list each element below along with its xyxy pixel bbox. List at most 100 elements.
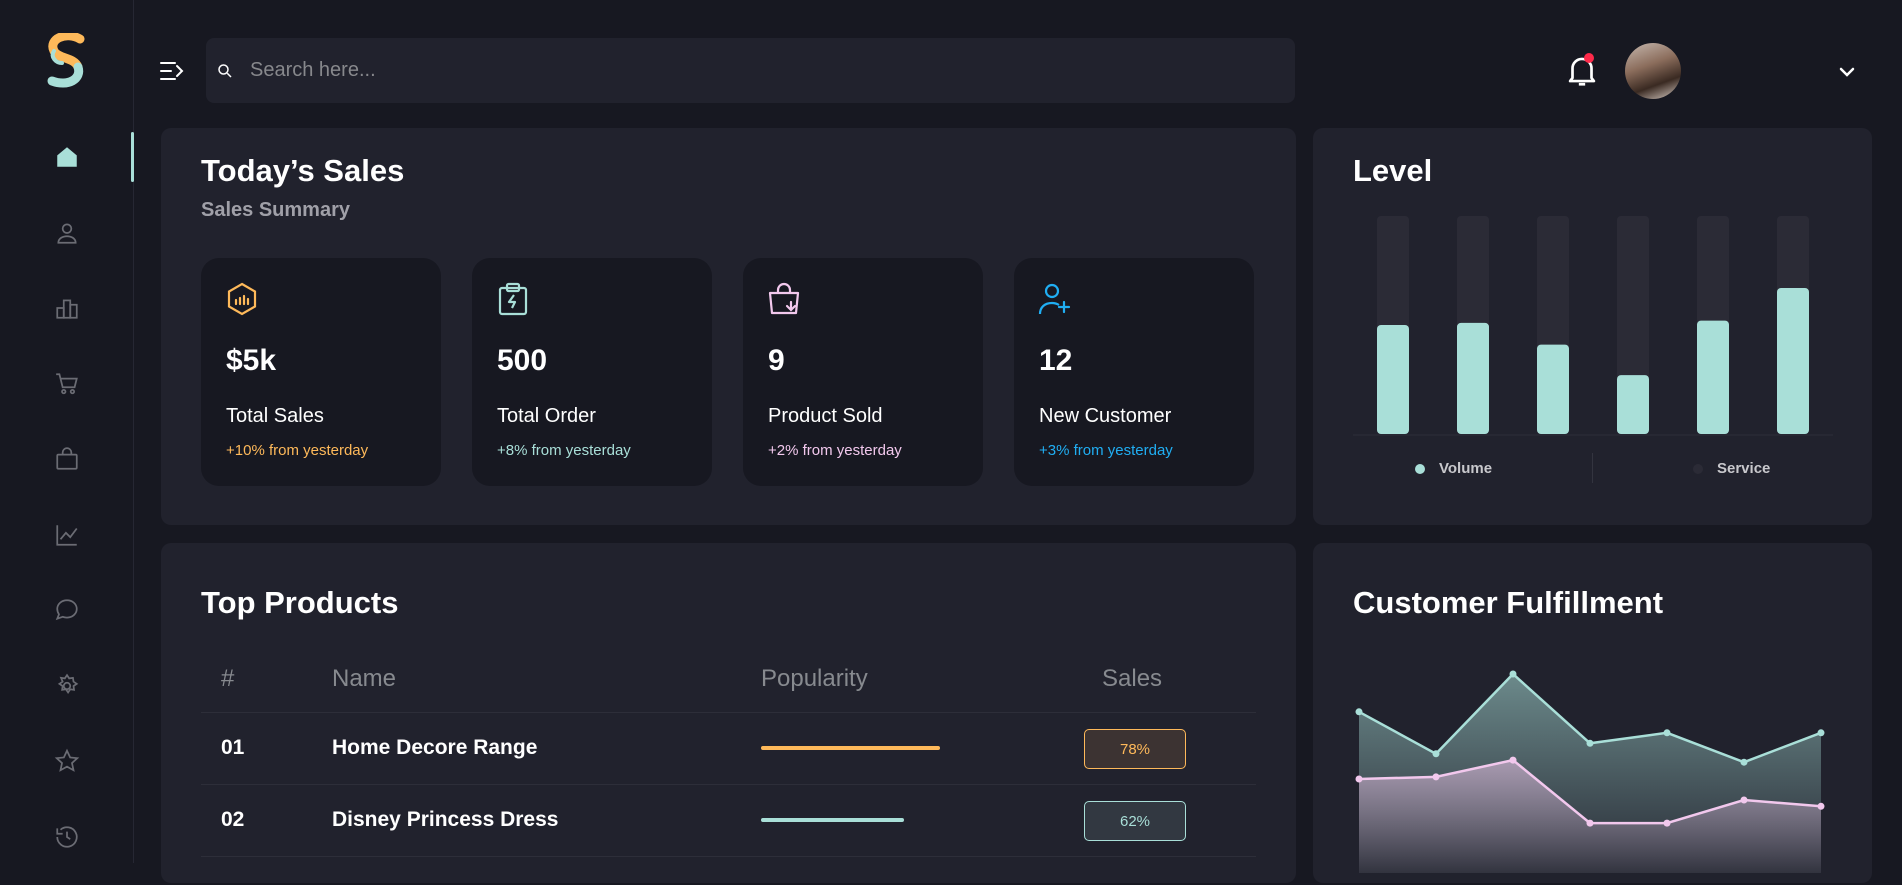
bar-volume bbox=[1537, 345, 1569, 434]
stat-delta: +10% from yesterday bbox=[226, 442, 368, 459]
cart-icon bbox=[54, 371, 80, 397]
sales-badge: 62% bbox=[1084, 801, 1186, 841]
avatar[interactable] bbox=[1625, 43, 1681, 99]
sidebar-item-leaderboard[interactable] bbox=[0, 281, 133, 357]
data-point bbox=[1818, 803, 1825, 810]
level-panel: Level Volume Service bbox=[1313, 128, 1872, 525]
stat-label: New Customer bbox=[1039, 405, 1171, 428]
settings-icon bbox=[54, 673, 80, 699]
sidebar-item-cart[interactable] bbox=[0, 357, 133, 433]
data-point bbox=[1587, 740, 1594, 747]
search-bar bbox=[206, 38, 1295, 103]
legend-divider bbox=[1592, 453, 1593, 483]
sidebar-item-messages[interactable] bbox=[0, 583, 133, 659]
data-point bbox=[1433, 750, 1440, 757]
stat-card-total-sales[interactable]: $5k Total Sales +10% from yesterday bbox=[201, 258, 441, 486]
sidebar-item-home[interactable] bbox=[0, 130, 133, 206]
sales-subtitle: Sales Summary bbox=[201, 199, 350, 222]
sidebar-item-analytics[interactable] bbox=[0, 508, 133, 584]
legend-dot-volume bbox=[1415, 464, 1425, 474]
home-icon bbox=[54, 144, 80, 170]
fulfillment-area-chart bbox=[1353, 643, 1833, 873]
product-name: Disney Princess Dress bbox=[332, 808, 558, 832]
line-chart-icon bbox=[54, 522, 80, 548]
user-add-icon bbox=[1038, 282, 1072, 316]
stat-value: 9 bbox=[768, 344, 785, 378]
popularity-bar bbox=[761, 818, 904, 822]
stat-card-new-customer[interactable]: 12 New Customer +3% from yesterday bbox=[1014, 258, 1254, 486]
leaderboard-icon bbox=[54, 295, 80, 321]
data-point bbox=[1587, 820, 1594, 827]
shopping-bag-icon bbox=[54, 446, 80, 472]
col-header-name: Name bbox=[332, 665, 396, 693]
divider bbox=[201, 712, 1256, 713]
data-point bbox=[1741, 797, 1748, 804]
sidebar-item-shop[interactable] bbox=[0, 432, 133, 508]
history-icon bbox=[54, 824, 80, 850]
data-point bbox=[1356, 708, 1363, 715]
stat-label: Total Sales bbox=[226, 405, 324, 428]
stat-delta: +8% from yesterday bbox=[497, 442, 631, 459]
legend-service: Service bbox=[1693, 460, 1770, 477]
bar-volume bbox=[1457, 323, 1489, 434]
col-header-popularity: Popularity bbox=[761, 665, 868, 693]
customer-fulfillment-panel: Customer Fulfillment bbox=[1313, 543, 1872, 883]
data-point bbox=[1741, 759, 1748, 766]
bar-volume bbox=[1777, 288, 1809, 434]
divider bbox=[201, 856, 1256, 857]
col-header-sales: Sales bbox=[1102, 665, 1162, 693]
data-point bbox=[1510, 671, 1517, 678]
stat-value: 12 bbox=[1039, 344, 1072, 378]
chart-badge-icon bbox=[225, 282, 259, 316]
stat-delta: +2% from yesterday bbox=[768, 442, 902, 459]
stat-label: Product Sold bbox=[768, 405, 883, 428]
menu-toggle-icon[interactable] bbox=[159, 58, 185, 84]
bag-download-icon bbox=[767, 282, 801, 316]
stat-card-total-order[interactable]: 500 Total Order +8% from yesterday bbox=[472, 258, 712, 486]
chevron-down-icon[interactable] bbox=[1835, 60, 1859, 84]
data-point bbox=[1356, 776, 1363, 783]
search-input[interactable] bbox=[248, 58, 1252, 83]
legend-dot-service bbox=[1693, 464, 1703, 474]
bar-volume bbox=[1617, 375, 1649, 434]
stat-delta: +3% from yesterday bbox=[1039, 442, 1173, 459]
product-name: Home Decore Range bbox=[332, 736, 537, 760]
clipboard-icon bbox=[496, 282, 530, 316]
sidebar-item-favorites[interactable] bbox=[0, 734, 133, 810]
sales-badge: 78% bbox=[1084, 729, 1186, 769]
legend-label: Volume bbox=[1439, 460, 1492, 477]
col-header-number: # bbox=[221, 665, 234, 693]
stat-value: 500 bbox=[497, 344, 547, 378]
sidebar-item-settings[interactable] bbox=[0, 659, 133, 735]
bar-volume bbox=[1377, 325, 1409, 434]
popularity-bar bbox=[761, 746, 940, 750]
legend-label: Service bbox=[1717, 460, 1770, 477]
sales-title: Today’s Sales bbox=[201, 153, 404, 189]
sidebar-nav bbox=[0, 130, 133, 885]
logo-icon bbox=[44, 33, 88, 89]
data-point bbox=[1664, 729, 1671, 736]
sidebar-item-users[interactable] bbox=[0, 206, 133, 282]
top-products-panel: Top Products # Name Popularity Sales 01 … bbox=[161, 543, 1296, 883]
sidebar-item-history[interactable] bbox=[0, 810, 133, 885]
row-number: 02 bbox=[221, 808, 244, 832]
row-number: 01 bbox=[221, 736, 244, 760]
message-icon bbox=[54, 597, 80, 623]
level-title: Level bbox=[1353, 153, 1432, 189]
data-point bbox=[1433, 773, 1440, 780]
top-products-title: Top Products bbox=[201, 585, 398, 621]
todays-sales-panel: Today’s Sales Sales Summary $5k Total Sa… bbox=[161, 128, 1296, 525]
user-icon bbox=[54, 220, 80, 246]
sidebar bbox=[0, 0, 134, 863]
search-icon bbox=[216, 62, 234, 80]
fulfillment-title: Customer Fulfillment bbox=[1353, 585, 1663, 621]
notification-bell-icon[interactable] bbox=[1563, 50, 1601, 90]
divider bbox=[201, 784, 1256, 785]
data-point bbox=[1510, 757, 1517, 764]
legend-volume: Volume bbox=[1415, 460, 1492, 477]
stat-card-product-sold[interactable]: 9 Product Sold +2% from yesterday bbox=[743, 258, 983, 486]
star-icon bbox=[54, 748, 80, 774]
notification-badge bbox=[1584, 53, 1594, 63]
data-point bbox=[1664, 820, 1671, 827]
stat-value: $5k bbox=[226, 344, 276, 378]
